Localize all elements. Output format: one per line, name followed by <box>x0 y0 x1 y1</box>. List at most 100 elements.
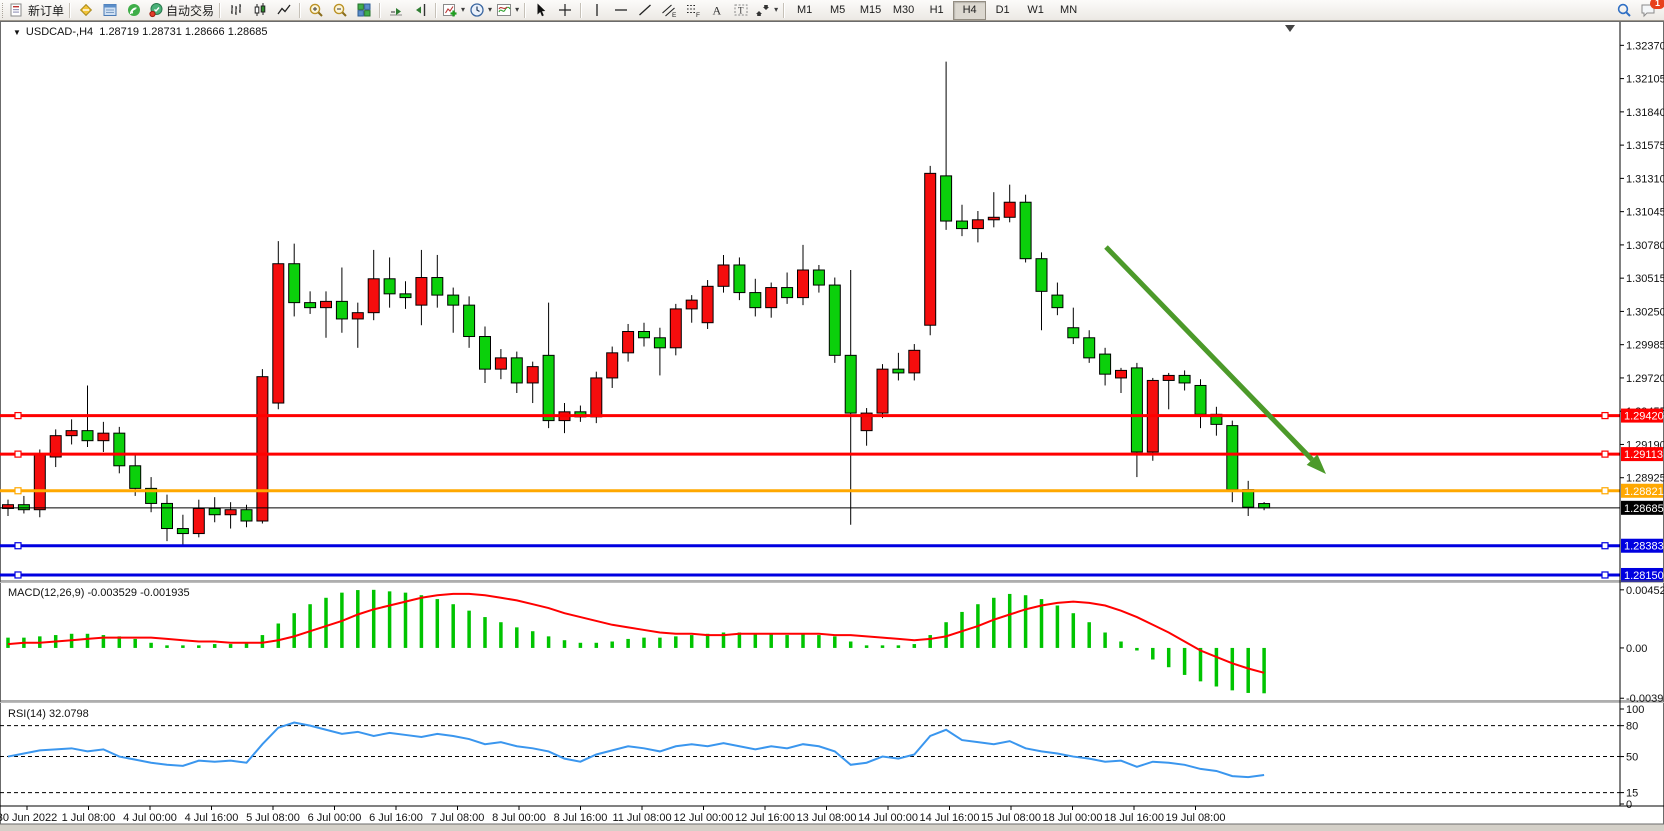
line-anchor-handle[interactable] <box>1602 543 1608 549</box>
candle <box>1100 354 1111 374</box>
candle <box>368 279 379 313</box>
new-order-button[interactable]: 新订单 <box>8 1 66 20</box>
timeframe-mn-button[interactable]: MN <box>1052 1 1085 20</box>
trendline-button[interactable] <box>633 1 657 20</box>
search-button[interactable] <box>1612 1 1636 20</box>
candlestick-chart-button[interactable] <box>248 1 272 20</box>
crosshair-icon <box>557 2 573 18</box>
text-button[interactable]: A <box>705 1 729 20</box>
horizontal-line-button[interactable] <box>609 1 633 20</box>
candle <box>766 288 777 308</box>
toolbar-separator <box>524 3 526 18</box>
timeframe-m5-button[interactable]: M5 <box>821 1 854 20</box>
line-anchor-handle[interactable] <box>1602 413 1608 419</box>
bar-chart-icon <box>228 2 244 18</box>
cursor-button[interactable] <box>529 1 553 20</box>
candle <box>34 454 45 509</box>
arrows-icon <box>755 2 771 18</box>
timeframe-d1-button[interactable]: D1 <box>986 1 1019 20</box>
macd-histogram-bar <box>165 645 169 648</box>
tile-windows-button[interactable] <box>352 1 376 20</box>
period-icon <box>469 2 485 18</box>
autotrading-button[interactable]: 自动交易 <box>146 1 216 20</box>
timeframe-w1-button[interactable]: W1 <box>1019 1 1052 20</box>
candle <box>543 355 554 420</box>
bar-chart-button[interactable] <box>224 1 248 20</box>
candle <box>1036 259 1047 292</box>
price-axis-label: 1.31840 <box>1626 107 1664 119</box>
macd-histogram-bar <box>1183 648 1187 675</box>
auto-scroll-button[interactable] <box>384 1 408 20</box>
candle <box>702 286 713 322</box>
price-axis-label: 1.31575 <box>1626 140 1664 152</box>
label-button[interactable]: T <box>729 1 753 20</box>
line-anchor-handle[interactable] <box>15 451 21 457</box>
candle <box>798 270 809 298</box>
macd-histogram-bar <box>1262 648 1266 693</box>
macd-histogram-bar <box>658 638 662 648</box>
chevron-down-icon[interactable]: ▾ <box>488 6 492 14</box>
candlestick-chart-icon <box>252 2 268 18</box>
macd-histogram-bar <box>1056 606 1060 648</box>
chevron-down-icon[interactable]: ▾ <box>461 6 465 14</box>
timeframe-m30-button[interactable]: M30 <box>887 1 920 20</box>
data-window-button[interactable] <box>98 1 122 20</box>
indicators-button[interactable]: ▾ <box>440 1 467 20</box>
new-order-icon <box>10 2 26 18</box>
macd-histogram-bar <box>595 643 599 648</box>
time-axis-label: 8 Jul 16:00 <box>554 812 608 824</box>
price-badge-label: 1.28821 <box>1624 486 1664 498</box>
candle <box>66 431 77 436</box>
line-chart-button[interactable] <box>272 1 296 20</box>
candle <box>782 288 793 298</box>
line-anchor-handle[interactable] <box>15 543 21 549</box>
chart-canvas[interactable]: 1.323701.321051.318401.315751.313101.310… <box>0 21 1664 831</box>
macd-histogram-bar <box>769 634 773 648</box>
line-anchor-handle[interactable] <box>15 572 21 578</box>
metaeditor-button[interactable] <box>74 1 98 20</box>
chevron-down-icon[interactable]: ▾ <box>515 6 519 14</box>
macd-histogram-bar <box>801 634 805 648</box>
time-axis-label: 4 Jul 00:00 <box>123 812 177 824</box>
period-button[interactable]: ▾ <box>467 1 494 20</box>
line-anchor-handle[interactable] <box>1602 572 1608 578</box>
line-anchor-handle[interactable] <box>15 488 21 494</box>
candle <box>400 294 411 298</box>
crosshair-button[interactable] <box>553 1 577 20</box>
rsi-axis-label: 0 <box>1626 799 1632 811</box>
candle <box>877 369 888 413</box>
fibonacci-icon: F <box>685 2 701 18</box>
candle <box>941 176 952 221</box>
macd-histogram-bar <box>499 622 503 648</box>
vertical-line-button[interactable] <box>585 1 609 20</box>
candle <box>1163 375 1174 380</box>
chevron-down-icon[interactable]: ▾ <box>774 6 778 14</box>
chevron-down-icon[interactable]: ▼ <box>13 28 21 37</box>
rsi-axis-label: 100 <box>1626 704 1644 716</box>
time-axis-label: 13 Jul 08:00 <box>797 812 857 824</box>
timeframe-m15-button[interactable]: M15 <box>854 1 887 20</box>
line-anchor-handle[interactable] <box>15 413 21 419</box>
macd-histogram-bar <box>1199 648 1203 681</box>
candle <box>670 309 681 348</box>
line-anchor-handle[interactable] <box>1602 488 1608 494</box>
tile-windows-icon <box>356 2 372 18</box>
zoom-in-button[interactable] <box>304 1 328 20</box>
fibonacci-button[interactable]: F <box>681 1 705 20</box>
chart-window: 1.323701.321051.318401.315751.313101.310… <box>0 21 1664 831</box>
timeframe-m1-button[interactable]: M1 <box>788 1 821 20</box>
time-axis-label: 6 Jul 16:00 <box>369 812 423 824</box>
chart-shift-button[interactable] <box>408 1 432 20</box>
signals-button[interactable] <box>122 1 146 20</box>
template-button[interactable]: ▾ <box>494 1 521 20</box>
line-anchor-handle[interactable] <box>1602 451 1608 457</box>
time-axis-label: 8 Jul 00:00 <box>492 812 546 824</box>
arrows-button[interactable]: ▾ <box>753 1 780 20</box>
svg-text:E: E <box>672 12 677 18</box>
zoom-out-button[interactable] <box>328 1 352 20</box>
candle <box>1179 375 1190 383</box>
timeframe-h1-button[interactable]: H1 <box>920 1 953 20</box>
timeframe-h4-button[interactable]: H4 <box>953 1 986 20</box>
notifications-button[interactable]: 1 <box>1636 1 1660 20</box>
channel-button[interactable]: E <box>657 1 681 20</box>
